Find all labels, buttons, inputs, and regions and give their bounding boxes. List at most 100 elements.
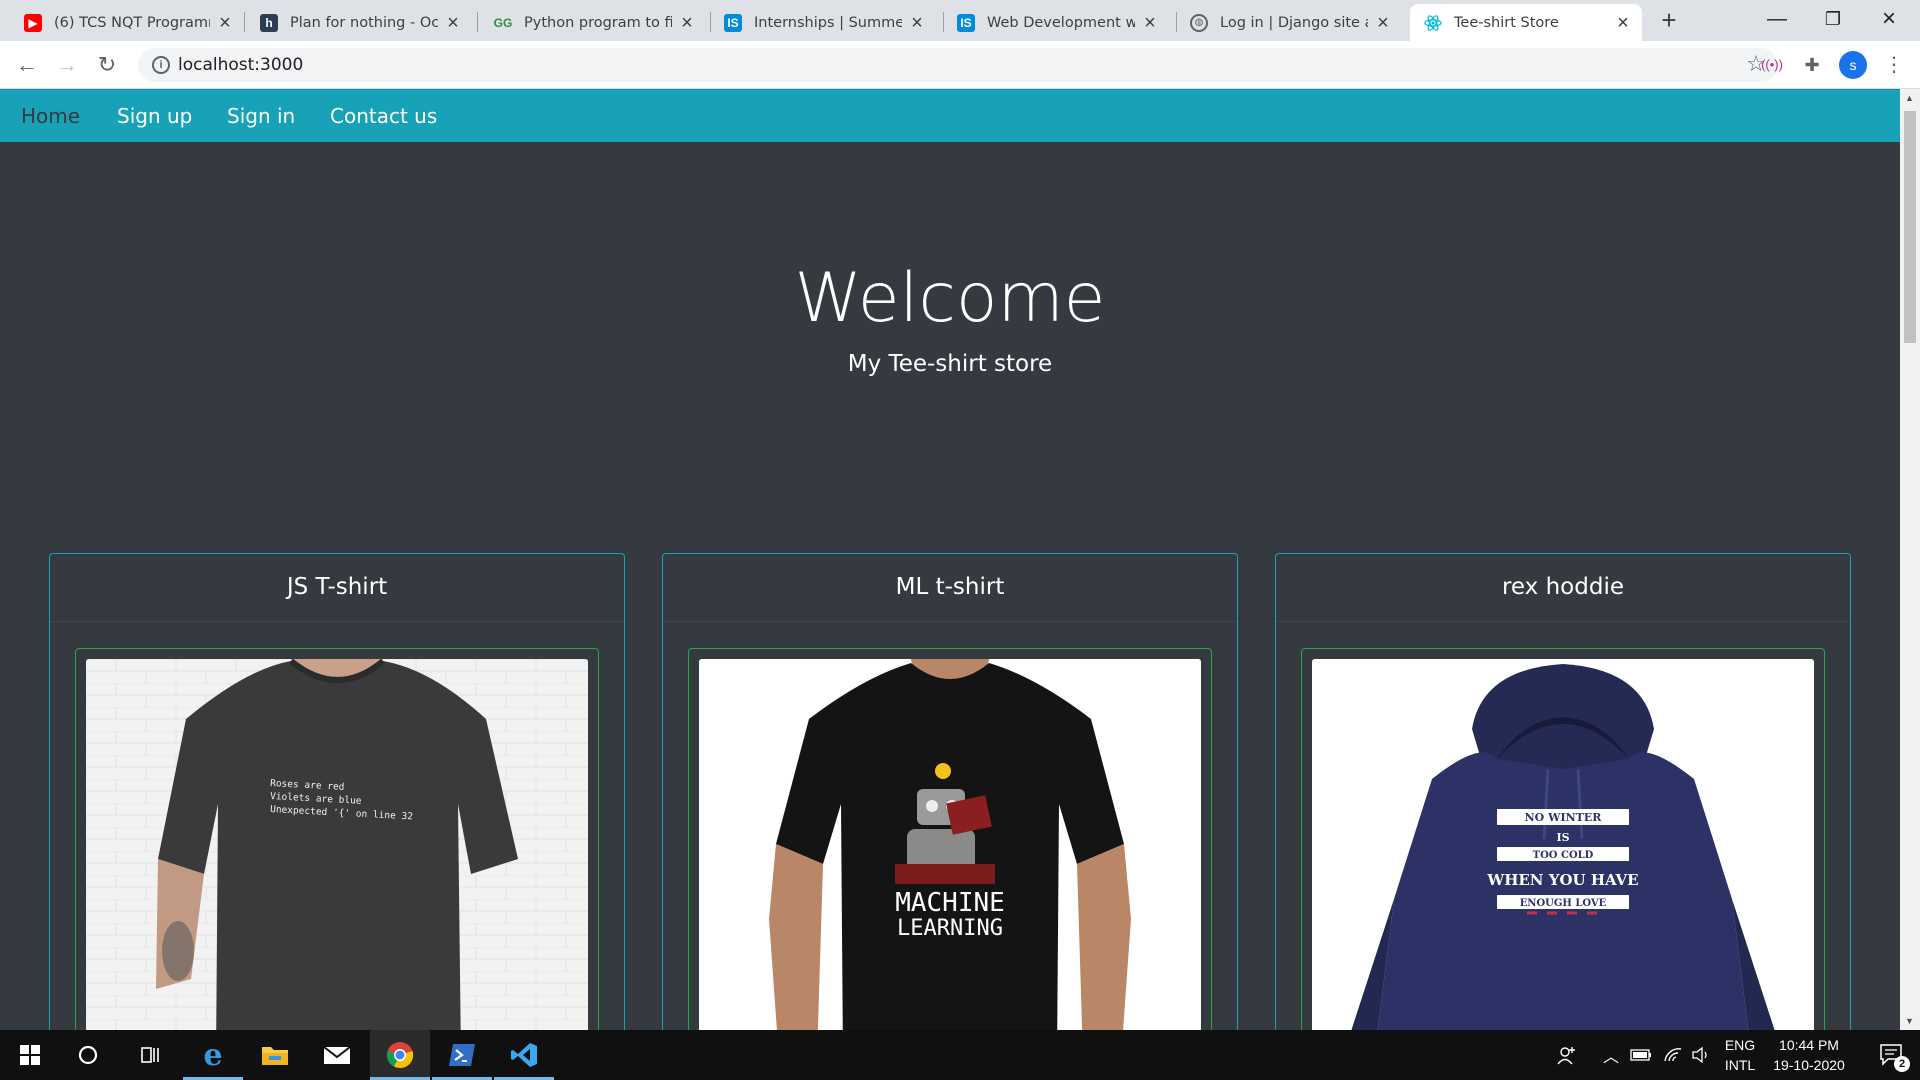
react-icon: [1424, 14, 1442, 32]
geeksforgeeks-icon: GG: [493, 15, 513, 30]
edge-taskbar-app[interactable]: e: [183, 1030, 243, 1080]
close-icon[interactable]: ×: [444, 13, 462, 33]
page-subtitle: My Tee-shirt store: [847, 351, 1053, 377]
search-circle-icon: [78, 1045, 98, 1065]
tab-title: Plan for nothing - Octo: [290, 14, 438, 31]
extensions-puzzle-icon[interactable]: ✚: [1798, 51, 1826, 79]
rex-hoodie-image: NO WINTER IS TOO COLD WHEN YOU HAVE ENOU…: [1312, 659, 1814, 1030]
start-button[interactable]: [0, 1030, 60, 1080]
cortana-search-button[interactable]: [58, 1030, 118, 1080]
site-info-icon[interactable]: i: [152, 56, 170, 74]
close-window-button[interactable]: ×: [1861, 0, 1917, 41]
mail-taskbar-app[interactable]: [307, 1030, 367, 1080]
wifi-icon[interactable]: [1660, 1030, 1686, 1080]
globe-icon: ◍: [1190, 13, 1208, 32]
url-text: localhost:3000: [178, 55, 304, 75]
page-viewport: Home Sign up Sign in Contact us Welcome …: [0, 89, 1900, 1030]
browser-tab[interactable]: IS Web Development wor ×: [933, 4, 1169, 41]
shirt-print-line2: LEARNING: [897, 916, 1003, 941]
restore-button[interactable]: ❐: [1805, 0, 1861, 41]
back-button[interactable]: ←: [11, 49, 43, 81]
nav-signin-link[interactable]: Sign in: [227, 104, 295, 128]
product-card: ML t-shirt MACHINE LEARNING: [662, 553, 1238, 1030]
product-card: rex hoddie NO WINTER IS TOO COLD WHEN YO: [1275, 553, 1851, 1030]
youtube-icon: ▶: [24, 13, 42, 32]
new-tab-button[interactable]: +: [1655, 6, 1683, 34]
close-icon[interactable]: ×: [1614, 13, 1632, 33]
profile-avatar[interactable]: s: [1839, 51, 1867, 79]
shirt-print-line1: MACHINE: [895, 888, 1005, 918]
edge-icon: e: [203, 1037, 223, 1073]
powershell-taskbar-app[interactable]: [432, 1030, 492, 1080]
browser-tab[interactable]: h Plan for nothing - Octo ×: [236, 4, 472, 41]
nav-home-link[interactable]: Home: [21, 104, 80, 128]
product-title: JS T-shirt: [50, 554, 624, 622]
tab-title: Web Development wor: [987, 14, 1135, 31]
close-icon[interactable]: ×: [908, 13, 926, 33]
tab-title: (6) TCS NQT Programm: [54, 14, 210, 31]
nav-contact-link[interactable]: Contact us: [330, 104, 437, 128]
vscode-icon: [511, 1043, 537, 1067]
scrollbar-thumb[interactable]: [1904, 111, 1916, 343]
scroll-down-arrow-icon[interactable]: ▼: [1905, 1016, 1914, 1026]
keyboard-layout: INTL: [1724, 1057, 1756, 1073]
clock-date: 19-10-2020: [1773, 1057, 1845, 1073]
minimize-button[interactable]: —: [1749, 0, 1805, 41]
product-image-frame: Roses are red Violets are blue Unexpecte…: [75, 648, 599, 1030]
hoodie-print-line4: WHEN YOU HAVE: [1486, 871, 1638, 889]
internshala-icon: IS: [724, 13, 742, 32]
forward-button[interactable]: →: [51, 49, 83, 81]
product-title: rex hoddie: [1276, 554, 1850, 622]
browser-tab[interactable]: IS Internships | Summer Ir ×: [700, 4, 936, 41]
chrome-menu-icon[interactable]: ⋮: [1880, 51, 1908, 79]
volume-icon[interactable]: [1688, 1030, 1714, 1080]
tab-title: Log in | Django site adr: [1220, 14, 1368, 31]
powershell-icon: [449, 1044, 475, 1066]
close-icon[interactable]: ×: [216, 13, 234, 33]
tab-title: Internships | Summer Ir: [754, 14, 902, 31]
site-navbar: Home Sign up Sign in Contact us: [0, 89, 1900, 142]
browser-tab[interactable]: ◍ Log in | Django site adr ×: [1166, 4, 1402, 41]
input-language-indicator[interactable]: ENG INTL: [1718, 1035, 1762, 1075]
scroll-up-arrow-icon[interactable]: ▲: [1905, 93, 1914, 103]
product-title: ML t-shirt: [663, 554, 1237, 622]
task-view-button[interactable]: [120, 1030, 180, 1080]
file-explorer-taskbar-app[interactable]: [245, 1030, 305, 1080]
product-card: JS T-shirt Roses are red Violets are blu…: [49, 553, 625, 1030]
close-icon[interactable]: ×: [1141, 13, 1159, 33]
browser-tab[interactable]: ▶ (6) TCS NQT Programm ×: [0, 4, 244, 41]
close-icon[interactable]: ×: [1374, 13, 1392, 33]
browser-toolbar: ← → ↻ i localhost:3000 ☆ ((•)) ✚ ⋮: [0, 41, 1920, 89]
notification-count-badge: 2: [1894, 1056, 1910, 1072]
page-title: Welcome: [794, 259, 1106, 338]
nav-signup-link[interactable]: Sign up: [117, 104, 192, 128]
windows-logo-icon: [20, 1045, 40, 1065]
language-code: ENG: [1724, 1037, 1756, 1053]
product-image-frame: NO WINTER IS TOO COLD WHEN YOU HAVE ENOU…: [1301, 648, 1825, 1030]
hoodie-print-line1: NO WINTER: [1525, 811, 1603, 824]
page-scrollbar[interactable]: ▲ ▼: [1900, 89, 1920, 1030]
cast-extension-icon[interactable]: ((•)): [1758, 51, 1786, 79]
show-hidden-icons-icon[interactable]: ︿: [1600, 1030, 1622, 1080]
chrome-taskbar-app[interactable]: [370, 1030, 430, 1080]
clock-time: 10:44 PM: [1779, 1037, 1839, 1053]
task-view-icon: [141, 1047, 159, 1063]
address-bar[interactable]: i localhost:3000 ☆: [138, 48, 1778, 82]
windows-taskbar: e ︿ ENG INTL 10:44 PM 19-10-2020 2: [0, 1030, 1920, 1080]
browser-tab-active[interactable]: Tee-shirt Store ×: [1410, 4, 1642, 41]
people-tray-icon[interactable]: [1552, 1030, 1582, 1080]
close-icon[interactable]: ×: [678, 13, 696, 33]
tab-strip: ▶ (6) TCS NQT Programm × h Plan for noth…: [0, 0, 1920, 41]
internshala-icon: IS: [957, 13, 975, 32]
ml-tshirt-image: MACHINE LEARNING: [699, 659, 1201, 1030]
product-image-frame: MACHINE LEARNING: [688, 648, 1212, 1030]
battery-icon[interactable]: [1628, 1030, 1654, 1080]
vscode-taskbar-app[interactable]: [494, 1030, 554, 1080]
browser-tab[interactable]: GG Python program to finc ×: [470, 4, 706, 41]
reload-button[interactable]: ↻: [91, 49, 123, 81]
action-center-button[interactable]: 2: [1864, 1030, 1920, 1080]
mail-icon: [323, 1046, 351, 1064]
system-clock[interactable]: 10:44 PM 19-10-2020: [1764, 1035, 1854, 1075]
hoodie-print-line2: IS: [1556, 831, 1569, 844]
tab-title: Tee-shirt Store: [1454, 14, 1559, 31]
